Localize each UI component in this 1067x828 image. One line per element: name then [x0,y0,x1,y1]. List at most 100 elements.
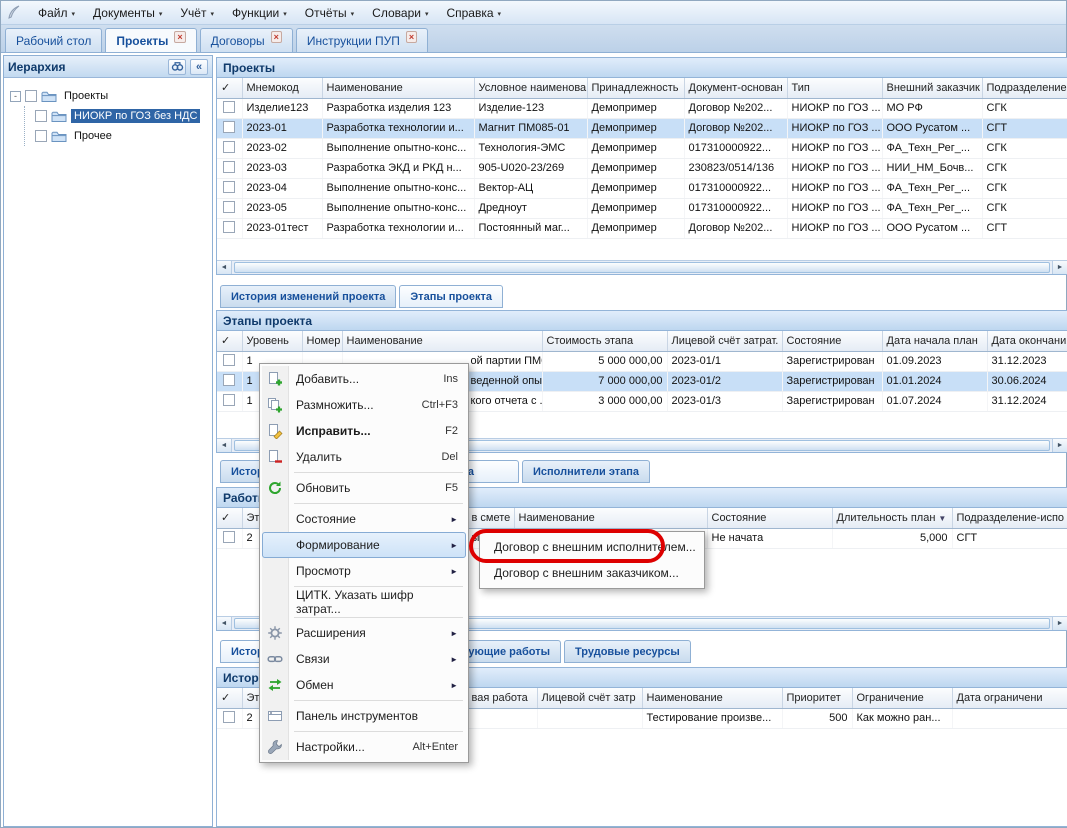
row-checkbox[interactable] [217,371,242,391]
column-header[interactable]: Внешний заказчик [882,78,982,98]
row-checkbox[interactable] [217,138,242,158]
column-header[interactable]: Длительность план▼ [832,508,952,528]
select-all-header[interactable]: ✓ [217,78,242,98]
table-row[interactable]: 2023-03Разработка ЭКД и РКД н...905-U020… [217,158,1067,178]
table-row[interactable]: 2023-04Выполнение опытно-конс...Вектор-А… [217,178,1067,198]
scroll-left-icon[interactable]: ◄ [217,439,232,452]
row-checkbox[interactable] [217,218,242,238]
tab-project-stages[interactable]: Этапы проекта [399,285,503,308]
column-header[interactable]: Дата начала план [882,331,987,351]
scroll-right-icon[interactable]: ► [1052,439,1067,452]
close-icon[interactable]: × [174,31,185,43]
column-header[interactable]: Лицевой счёт затрат. [667,331,782,351]
column-header[interactable]: Наименование [322,78,474,98]
column-header[interactable]: Документ-основан [684,78,787,98]
tab-contracts[interactable]: Договоры× [200,28,293,52]
menu-item-exchange[interactable]: Обмен ► [262,672,466,698]
menu-item-refresh[interactable]: Обновить F5 [262,475,466,501]
row-checkbox[interactable] [217,98,242,118]
checkbox-icon[interactable] [223,161,235,173]
column-header[interactable]: Лицевой счёт затр [537,688,642,708]
table-row[interactable]: 2023-01Разработка технологии и...Магнит … [217,118,1067,138]
column-header[interactable]: вая работа [467,688,537,708]
tab-instructions[interactable]: Инструкции ПУП× [296,28,428,52]
tree-checkbox[interactable] [35,110,47,122]
tab-desktop[interactable]: Рабочий стол [5,28,102,52]
menu-item-extensions[interactable]: Расширения ► [262,620,466,646]
menubar-item-documents[interactable]: Документы▾ [84,3,171,23]
row-checkbox[interactable] [217,198,242,218]
row-checkbox[interactable] [217,528,242,548]
scroll-left-icon[interactable]: ◄ [217,261,232,274]
menu-item-citk-cost-code[interactable]: ЦИТК. Указать шифр затрат... [262,589,466,615]
scroll-right-icon[interactable]: ► [1052,617,1067,630]
menu-item-settings[interactable]: Настройки... Alt+Enter [262,734,466,760]
checkbox-icon[interactable] [223,141,235,153]
column-header[interactable]: Дата ограничени [952,688,1067,708]
column-header[interactable]: Принадлежность [587,78,684,98]
checkbox-icon[interactable] [223,101,235,113]
checkbox-icon[interactable] [223,354,235,366]
menu-item-duplicate[interactable]: Размножить... Ctrl+F3 [262,392,466,418]
tab-labor-resources[interactable]: Трудовые ресурсы [564,640,691,663]
menu-item-edit[interactable]: Исправить... F2 [262,418,466,444]
tree-checkbox[interactable] [25,90,37,102]
collapse-sidebar-icon[interactable]: « [190,59,208,75]
menubar-item-file[interactable]: Файл▾ [29,3,84,23]
scroll-right-icon[interactable]: ► [1052,261,1067,274]
checkbox-icon[interactable] [223,531,235,543]
close-icon[interactable]: × [271,31,282,43]
checkbox-icon[interactable] [223,711,235,723]
checkbox-icon[interactable] [223,181,235,193]
menubar-item-help[interactable]: Справка▾ [437,3,510,23]
column-header[interactable]: Подразделение [982,78,1067,98]
checkbox-icon[interactable] [223,394,235,406]
menu-item-view[interactable]: Просмотр ► [262,558,466,584]
tab-project-history[interactable]: История изменений проекта [220,285,396,308]
table-row[interactable]: 2023-05Выполнение опытно-конс...Дредноут… [217,198,1067,218]
horizontal-scrollbar[interactable]: ◄ ► [217,260,1067,274]
select-all-header[interactable]: ✓ [217,688,242,708]
menu-item-state[interactable]: Состояние ► [262,506,466,532]
row-checkbox[interactable] [217,178,242,198]
menubar-item-accounting[interactable]: Учёт▾ [171,3,223,23]
select-all-header[interactable]: ✓ [217,508,242,528]
select-all-header[interactable]: ✓ [217,331,242,351]
table-row[interactable]: 2023-01тестРазработка технологии и...Пос… [217,218,1067,238]
column-header[interactable]: Подразделение-испо [952,508,1067,528]
column-header[interactable]: Наименование [342,331,542,351]
column-header[interactable]: Дата окончани [987,331,1067,351]
column-header[interactable]: Уровень [242,331,302,351]
search-icon[interactable] [168,59,186,75]
row-checkbox[interactable] [217,391,242,411]
checkbox-icon[interactable] [223,121,235,133]
tree-item-other[interactable]: Прочее [35,126,212,146]
close-icon[interactable]: × [406,31,417,43]
column-header[interactable]: Состояние [782,331,882,351]
column-header[interactable]: Приоритет [782,688,852,708]
tree-checkbox[interactable] [35,130,47,142]
submenu-item-external-customer-contract[interactable]: Договор с внешним заказчиком... [482,560,702,586]
row-checkbox[interactable] [217,708,242,728]
menu-item-delete[interactable]: Удалить Del [262,444,466,470]
row-checkbox[interactable] [217,158,242,178]
column-header[interactable]: Условное наименова [474,78,587,98]
column-header[interactable]: Наименование [642,688,782,708]
menu-item-add[interactable]: Добавить... Ins [262,366,466,392]
column-header[interactable]: Номер [302,331,342,351]
table-row[interactable]: Изделие123Разработка изделия 123Изделие-… [217,98,1067,118]
menubar-item-dictionaries[interactable]: Словари▾ [363,3,437,23]
menubar-item-functions[interactable]: Функции▾ [223,3,296,23]
column-header[interactable]: Тип [787,78,882,98]
scrollbar-thumb[interactable] [234,262,1050,273]
row-checkbox[interactable] [217,118,242,138]
tab-projects[interactable]: Проекты× [105,28,196,52]
column-header[interactable]: Мнемокод [242,78,322,98]
column-header[interactable]: Наименование [514,508,707,528]
checkbox-icon[interactable] [223,374,235,386]
tab-stage-executors[interactable]: Исполнители этапа [522,460,650,483]
checkbox-icon[interactable] [223,201,235,213]
menu-item-toolbar[interactable]: Панель инструментов [262,703,466,729]
column-header[interactable]: Состояние [707,508,832,528]
menu-item-links[interactable]: Связи ► [262,646,466,672]
